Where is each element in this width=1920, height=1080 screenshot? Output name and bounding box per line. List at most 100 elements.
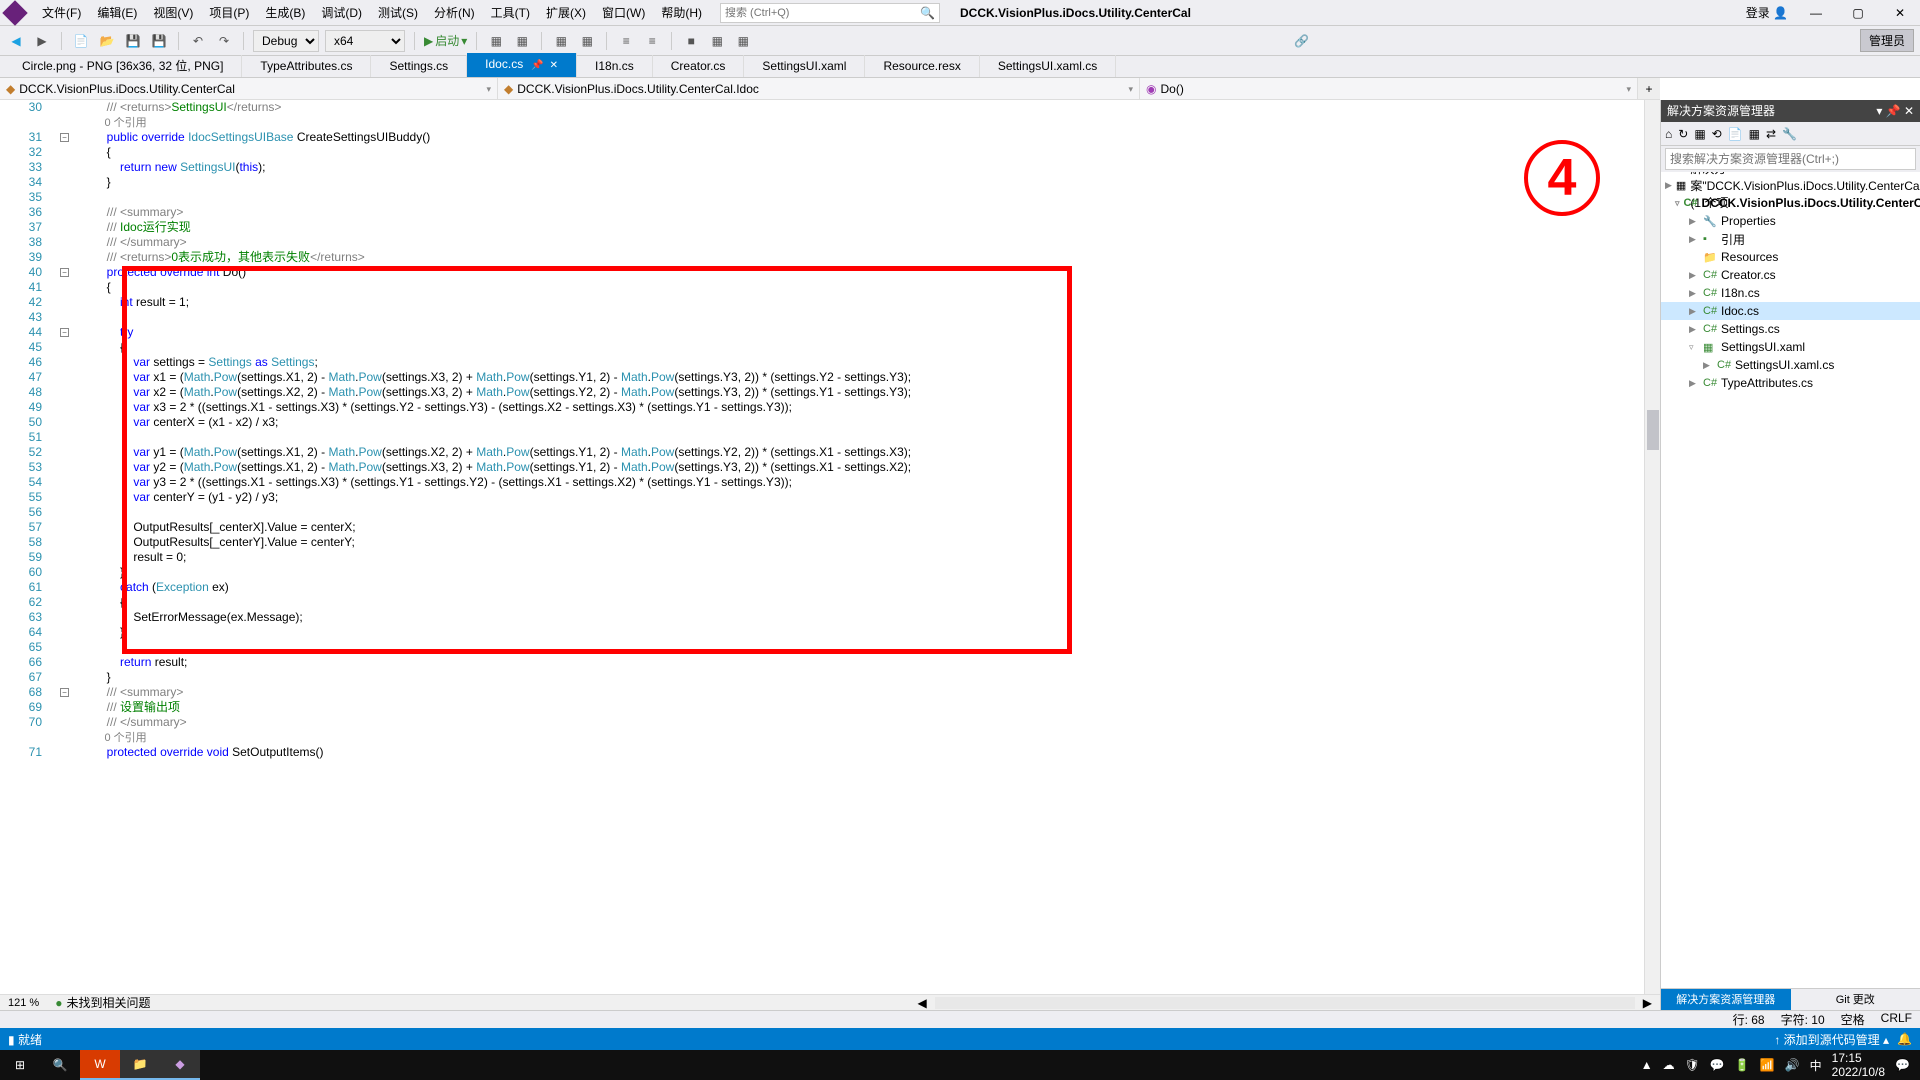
editor-tab[interactable]: SettingsUI.xaml — [744, 55, 865, 77]
editor-tab[interactable]: Creator.cs — [653, 55, 745, 77]
menu-item[interactable]: 测试(S) — [370, 0, 426, 26]
nav-project[interactable]: ◆DCCK.VisionPlus.iDocs.Utility.CenterCal — [0, 78, 498, 99]
menu-item[interactable]: 扩展(X) — [538, 0, 594, 26]
tray-icon[interactable]: ☁ — [1663, 1058, 1675, 1072]
horizontal-scrollbar[interactable] — [935, 997, 1635, 1009]
editor-tab[interactable]: SettingsUI.xaml.cs — [980, 55, 1116, 77]
menu-item[interactable]: 分析(N) — [426, 0, 483, 26]
tray-icon[interactable]: 🛡 — [1685, 1058, 1700, 1072]
menu-item[interactable]: 窗口(W) — [594, 0, 653, 26]
editor-tab[interactable]: TypeAttributes.cs — [242, 55, 371, 77]
solexp-tab-sln[interactable]: 解决方案资源管理器 — [1661, 989, 1791, 1010]
tool-btn-5[interactable]: ≡ — [616, 31, 636, 51]
search-input[interactable] — [725, 7, 920, 19]
nav-member[interactable]: ◉Do() — [1140, 78, 1638, 99]
menu-item[interactable]: 文件(F) — [34, 0, 89, 26]
editor-tab[interactable]: I18n.cs — [577, 55, 653, 77]
maximize-button[interactable]: ▢ — [1844, 6, 1872, 20]
solexp-pin-icon[interactable]: ▾ 📌 ✕ — [1876, 100, 1914, 122]
tree-node[interactable]: ▶C#SettingsUI.xaml.cs — [1661, 356, 1920, 374]
tray-icon[interactable]: 📶 — [1760, 1058, 1775, 1072]
menu-item[interactable]: 视图(V) — [145, 0, 201, 26]
tree-node[interactable]: ▶🔧Properties — [1661, 212, 1920, 230]
status-git[interactable]: ↑ 添加到源代码管理 ▴ — [1774, 1031, 1889, 1048]
scroll-thumb[interactable] — [1647, 410, 1659, 450]
solexp-tool-icon[interactable]: ↻ — [1678, 127, 1688, 141]
tree-node[interactable]: 📁Resources — [1661, 248, 1920, 266]
redo-button[interactable]: ↷ — [214, 31, 234, 51]
solexp-home-icon[interactable]: ⌂ — [1665, 127, 1672, 141]
save-button[interactable]: 💾 — [123, 31, 143, 51]
solexp-tool-icon-5[interactable]: ▦ — [1749, 127, 1760, 141]
tree-node[interactable]: ▿▦SettingsUI.xaml — [1661, 338, 1920, 356]
tray-icon[interactable]: 💬 — [1710, 1058, 1725, 1072]
tool-btn-1[interactable]: ▦ — [486, 31, 506, 51]
platform-select[interactable]: x64 — [325, 30, 405, 52]
config-select[interactable]: Debug — [253, 30, 319, 52]
tree-node[interactable]: ▶C#Settings.cs — [1661, 320, 1920, 338]
solexp-tool-icon-4[interactable]: 📄 — [1728, 127, 1743, 141]
tool-btn-8[interactable]: ▦ — [707, 31, 727, 51]
editor-tab[interactable]: Idoc.cs📌✕ — [467, 53, 577, 77]
tool-btn-9[interactable]: ▦ — [733, 31, 753, 51]
issues-indicator[interactable]: ●未找到相关问题 — [47, 994, 158, 1011]
solexp-tree[interactable]: ▶▦解决方案"DCCK.VisionPlus.iDocs.Utility.Cen… — [1661, 172, 1920, 988]
tree-node[interactable]: ▶C#I18n.cs — [1661, 284, 1920, 302]
tree-node[interactable]: ▶C#Idoc.cs — [1661, 302, 1920, 320]
system-tray[interactable]: ▲ ☁ 🛡 💬 🔋 📶 🔊 中 17:152022/10/8 💬 — [1641, 1051, 1920, 1079]
menu-item[interactable]: 项目(P) — [201, 0, 257, 26]
search-box[interactable]: 🔍 — [720, 3, 940, 23]
new-button[interactable]: 📄 — [71, 31, 91, 51]
start-button[interactable]: ⊞ — [0, 1050, 40, 1080]
save-all-button[interactable]: 💾 — [149, 31, 169, 51]
tree-node[interactable]: ▶C#TypeAttributes.cs — [1661, 374, 1920, 392]
tray-ime[interactable]: 中 — [1810, 1057, 1822, 1074]
tool-btn-6[interactable]: ≡ — [642, 31, 662, 51]
tool-btn-7[interactable]: ■ — [681, 31, 701, 51]
back-button[interactable]: ◀ — [6, 31, 26, 51]
tray-icon[interactable]: 🔊 — [1785, 1058, 1800, 1072]
hscroll-right[interactable]: ▶ — [1635, 996, 1660, 1010]
menu-item[interactable]: 编辑(E) — [89, 0, 145, 26]
tray-icon[interactable]: 🔋 — [1735, 1058, 1750, 1072]
close-button[interactable]: ✕ — [1886, 6, 1914, 20]
tray-time[interactable]: 17:152022/10/8 — [1832, 1051, 1885, 1079]
tree-node[interactable]: ▶▪引用 — [1661, 230, 1920, 248]
menu-item[interactable]: 帮助(H) — [653, 0, 710, 26]
menu-item[interactable]: 生成(B) — [257, 0, 313, 26]
code-editor[interactable]: 3031323334353637383940414243444546474849… — [0, 100, 1660, 994]
editor-tab[interactable]: Resource.resx — [865, 55, 979, 77]
editor-tab[interactable]: Circle.png - PNG [36x36, 32 位, PNG] — [4, 55, 242, 77]
solexp-tool-icon-7[interactable]: 🔧 — [1782, 127, 1797, 141]
zoom-level[interactable]: 121 % — [0, 997, 47, 1009]
status-bell-icon[interactable]: 🔔 — [1897, 1032, 1912, 1046]
login-link[interactable]: 登录 👤 — [1746, 4, 1788, 21]
tool-btn-4[interactable]: ▦ — [577, 31, 597, 51]
menu-item[interactable]: 调试(D) — [313, 0, 370, 26]
search-button[interactable]: 🔍 — [40, 1050, 80, 1080]
taskbar-app-2[interactable]: 📁 — [120, 1050, 160, 1080]
tree-node[interactable]: ▶C#Creator.cs — [1661, 266, 1920, 284]
solexp-tool-icon-6[interactable]: ⇄ — [1766, 127, 1776, 141]
tool-btn-3[interactable]: ▦ — [551, 31, 571, 51]
solexp-tab-git[interactable]: Git 更改 — [1791, 989, 1920, 1010]
nav-split-button[interactable]: + — [1638, 78, 1660, 99]
vertical-scrollbar[interactable] — [1644, 100, 1660, 994]
nav-class[interactable]: ◆DCCK.VisionPlus.iDocs.Utility.CenterCal… — [498, 78, 1140, 99]
tool-btn-2[interactable]: ▦ — [512, 31, 532, 51]
forward-button[interactable]: ▶ — [32, 31, 52, 51]
taskbar-app-1[interactable]: W — [80, 1050, 120, 1080]
solexp-tool-icon-3[interactable]: ⟲ — [1712, 127, 1722, 141]
menu-item[interactable]: 工具(T) — [483, 0, 538, 26]
run-button[interactable]: ▶ 启动 ▾ — [424, 32, 467, 49]
solexp-tool-icon-2[interactable]: ▦ — [1694, 127, 1705, 141]
open-button[interactable]: 📂 — [97, 31, 117, 51]
undo-button[interactable]: ↶ — [188, 31, 208, 51]
tray-notifications-icon[interactable]: 💬 — [1895, 1058, 1910, 1072]
tree-solution[interactable]: ▶▦解决方案"DCCK.VisionPlus.iDocs.Utility.Cen… — [1661, 176, 1920, 194]
hscroll-left[interactable]: ◀ — [910, 996, 935, 1010]
taskbar-vs[interactable]: ◆ — [160, 1050, 200, 1080]
minimize-button[interactable]: — — [1802, 6, 1830, 20]
editor-tab[interactable]: Settings.cs — [371, 55, 467, 77]
livesshare-icon[interactable]: 🔗 — [1292, 31, 1312, 51]
